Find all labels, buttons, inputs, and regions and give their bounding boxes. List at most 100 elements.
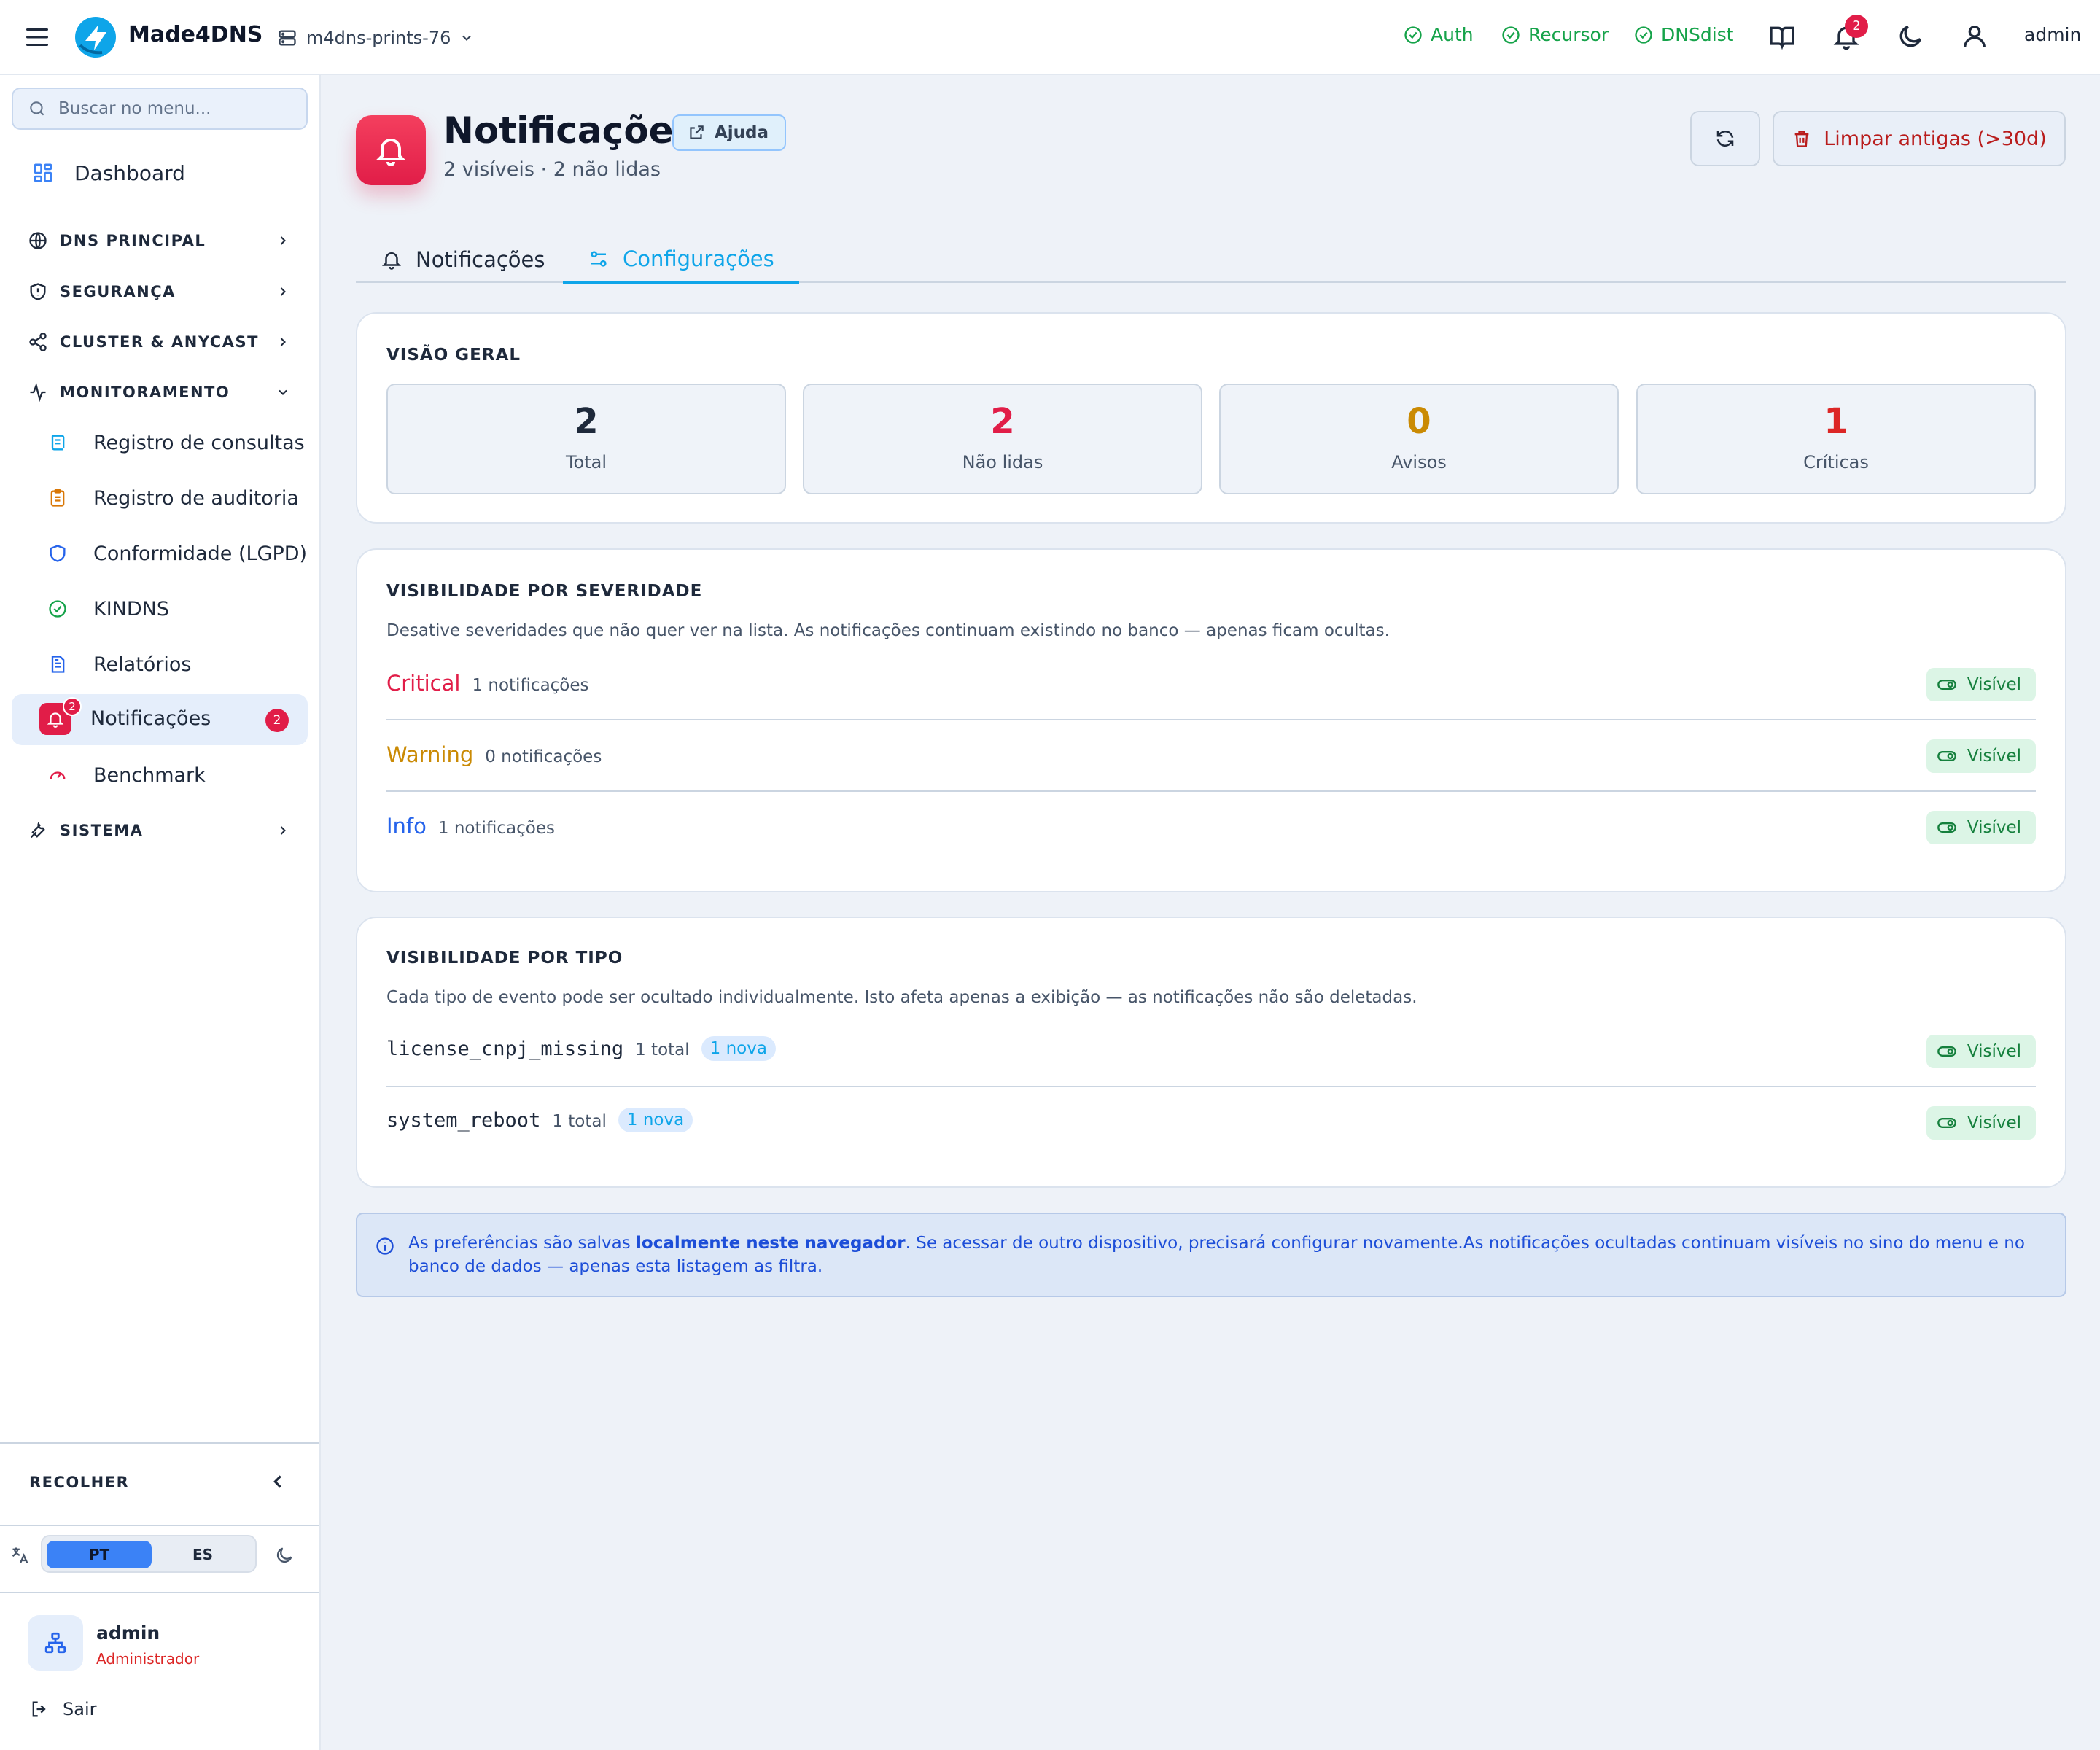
sidebar-item-benchmark[interactable]: Benchmark	[12, 750, 308, 801]
brand-logo-icon[interactable]	[74, 16, 117, 58]
sidebar-section-system[interactable]: SISTEMA	[12, 810, 308, 851]
sidebar-item-notifications[interactable]: 2 Notificações 2	[12, 694, 308, 745]
moon-icon[interactable]	[1896, 22, 1925, 51]
server-selector[interactable]: m4dns-prints-76	[277, 25, 474, 51]
visibility-label: Visível	[1967, 1113, 2021, 1132]
toggle-on-icon	[1937, 822, 1956, 833]
visibility-label: Visível	[1967, 747, 2021, 766]
toggle-on-icon	[1937, 1118, 1956, 1128]
help-button[interactable]: Ajuda	[672, 114, 787, 151]
help-label: Ajuda	[715, 123, 769, 142]
sidebar-item-query-log[interactable]: Registro de consultas	[12, 417, 308, 468]
info-icon	[376, 1237, 394, 1255]
tab-label: Configurações	[623, 246, 774, 271]
chevron-right-icon	[280, 826, 286, 835]
brand-name[interactable]: Made4DNS	[128, 22, 262, 47]
check-circle-icon	[49, 600, 66, 618]
clear-old-button[interactable]: Limpar antigas (>30d)	[1773, 111, 2066, 166]
visibility-toggle[interactable]: Visível	[1926, 739, 2036, 773]
sidebar-item-kindns[interactable]: KINDNS	[12, 583, 308, 634]
sidebar-item-label: KINDNS	[93, 597, 169, 621]
moon-icon[interactable]	[274, 1545, 295, 1566]
check-circle-icon	[1502, 26, 1520, 44]
user-name: admin	[96, 1622, 160, 1644]
card-description: Desative severidades que não quer ver na…	[386, 621, 1390, 640]
divider	[0, 1442, 319, 1444]
sidebar-section-monitor[interactable]: MONITORAMENTO	[12, 372, 308, 413]
chevron-down-icon	[279, 389, 287, 395]
type-row: license_cnpj_missing 1 total 1 nova Visí…	[386, 1016, 2036, 1087]
collapse-label[interactable]: RECOLHER	[29, 1474, 129, 1491]
stat-label: Avisos	[1391, 452, 1447, 472]
refresh-icon	[1716, 131, 1734, 147]
avatar[interactable]	[28, 1615, 83, 1671]
sidebar-section-dns[interactable]: DNS PRINCIPAL	[12, 220, 308, 261]
sidebar-item-label: Registro de auditoria	[93, 486, 299, 510]
visibility-toggle[interactable]: Visível	[1926, 668, 2036, 701]
language-toggle: PT ES	[41, 1535, 257, 1573]
menu-icon[interactable]	[25, 26, 50, 48]
user-icon[interactable]	[1960, 22, 1989, 51]
sidebar-item-label: Notificações	[90, 707, 211, 730]
top-bar: Made4DNS m4dns-prints-76 Auth Recursor D…	[0, 0, 2100, 75]
search-input[interactable]: Buscar no menu...	[12, 88, 308, 130]
toggle-on-icon	[1937, 680, 1956, 690]
search-placeholder: Buscar no menu...	[58, 99, 211, 118]
chevron-left-icon[interactable]	[267, 1471, 289, 1493]
tab-settings[interactable]: Configurações	[563, 236, 799, 284]
share-icon	[29, 332, 47, 351]
lang-pt-button[interactable]: PT	[47, 1541, 152, 1568]
user-role: Administrador	[96, 1650, 200, 1668]
sidebar-section-security[interactable]: SEGURANÇA	[12, 271, 308, 312]
divider	[0, 1525, 319, 1526]
section-label: SEGURANÇA	[60, 283, 176, 300]
bell-icon	[381, 252, 402, 270]
shield-icon	[50, 545, 66, 562]
page-bell-icon	[356, 115, 426, 185]
severity-name: Critical	[386, 671, 461, 696]
sidebar-item-dashboard[interactable]: Dashboard	[12, 149, 308, 196]
chevron-down-icon	[462, 35, 472, 41]
page-subtitle: 2 visíveis · 2 não lidas	[443, 158, 661, 181]
tab-notifications[interactable]: Notificações	[381, 236, 545, 283]
sidebar-item-compliance[interactable]: Conformidade (LGPD)	[12, 528, 308, 579]
status-recursor[interactable]: Recursor	[1501, 24, 1609, 45]
visibility-toggle[interactable]: Visível	[1926, 1106, 2036, 1140]
scroll-icon	[51, 435, 65, 451]
stat-value: 2	[990, 401, 1015, 442]
sidebar-section-cluster[interactable]: CLUSTER & ANYCAST	[12, 322, 308, 362]
section-label: DNS PRINCIPAL	[60, 232, 206, 249]
network-icon	[44, 1632, 66, 1654]
stat-warnings: 0 Avisos	[1219, 384, 1619, 494]
notification-count-badge: 2	[265, 709, 289, 732]
refresh-button[interactable]	[1690, 111, 1760, 166]
status-auth[interactable]: Auth	[1403, 24, 1474, 45]
search-icon	[30, 101, 44, 116]
severity-name: Warning	[386, 742, 474, 767]
sidebar-item-reports[interactable]: Relatórios	[12, 639, 308, 690]
severity-row: Warning 0 notificações Visível	[386, 720, 2036, 792]
translate-icon	[12, 1547, 28, 1563]
visibility-toggle[interactable]: Visível	[1926, 811, 2036, 844]
sidebar-item-audit-log[interactable]: Registro de auditoria	[12, 472, 308, 524]
info-text: As preferências são salvas localmente ne…	[408, 1232, 2049, 1278]
stat-value: 0	[1407, 401, 1431, 442]
lang-es-button[interactable]: ES	[150, 1541, 255, 1568]
info-bold: localmente neste navegador	[636, 1234, 906, 1253]
external-link-icon	[690, 125, 704, 139]
sidebar-item-label: Benchmark	[93, 763, 206, 787]
sliders-icon	[591, 251, 607, 267]
info-prefix: As preferências são salvas	[408, 1234, 637, 1253]
chevron-right-icon	[280, 338, 286, 346]
logout-button[interactable]: Sair	[29, 1699, 96, 1719]
top-username[interactable]: admin	[2024, 24, 2081, 45]
section-label: MONITORAMENTO	[60, 384, 230, 401]
status-dnsdist[interactable]: DNSdist	[1633, 24, 1733, 45]
book-icon[interactable]	[1768, 22, 1797, 51]
page-title: Notificações	[443, 109, 696, 152]
type-total: 1 total	[635, 1041, 690, 1059]
tab-label: Notificações	[416, 247, 545, 272]
file-text-icon	[51, 656, 65, 673]
new-badge: 1 nova	[701, 1036, 776, 1061]
visibility-toggle[interactable]: Visível	[1926, 1035, 2036, 1068]
